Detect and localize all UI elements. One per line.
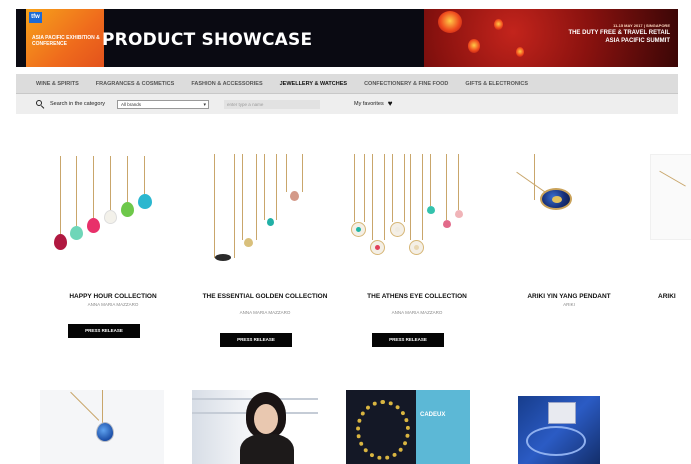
product-card[interactable]: ARIKI	[646, 150, 691, 350]
product-image[interactable]	[190, 150, 320, 270]
event-title-line-2: ASIA PACIFIC SUMMIT	[605, 38, 670, 44]
product-name[interactable]: THE ESSENTIAL GOLDEN COLLECTION	[190, 293, 340, 300]
search-label: Search in the category	[50, 101, 106, 107]
product-card[interactable]: ARIKI YIN YANG PENDANT ARIKI	[494, 150, 624, 350]
product-image[interactable]	[38, 150, 168, 270]
search-icon[interactable]	[36, 99, 45, 109]
product-name[interactable]: ARIKI	[658, 293, 676, 300]
category-fragrances-cosmetics[interactable]: FRAGRANCES & COSMETICS	[96, 81, 175, 87]
product-brand: ANNA MARIA MAZZARO	[391, 310, 443, 315]
product-thumbnail[interactable]	[518, 396, 600, 464]
lantern-decoration	[494, 19, 503, 30]
category-jewellery-watches[interactable]: JEWELLERY & WATCHES	[280, 81, 347, 87]
product-name[interactable]: HAPPY HOUR COLLECTION	[38, 293, 188, 300]
logo-badge: tfw	[29, 12, 42, 23]
product-name[interactable]: ARIKI YIN YANG PENDANT	[494, 293, 644, 300]
product-thumbnail[interactable]: CADEUX	[346, 390, 470, 464]
page-title: PRODUCT SHOWCASE	[102, 30, 313, 50]
thumbnail-brand-label: CADEUX	[420, 412, 446, 418]
product-brand: ANNA MARIA MAZZARO	[87, 302, 139, 307]
logo-text: Asia Pacific Exhibition & Conference	[32, 35, 100, 47]
press-release-button[interactable]: PRESS RELEASE	[68, 324, 140, 338]
product-card[interactable]: THE ESSENTIAL GOLDEN COLLECTION ANNA MAR…	[190, 150, 327, 350]
favorites-link[interactable]: My favorites	[354, 101, 384, 107]
event-logo[interactable]: tfw Asia Pacific Exhibition & Conference	[26, 9, 104, 67]
category-fashion-accessories[interactable]: FASHION & ACCESSORIES	[191, 81, 262, 87]
lantern-decoration	[468, 39, 480, 53]
chevron-down-icon: ▾	[203, 101, 207, 108]
press-release-button[interactable]: PRESS RELEASE	[372, 333, 444, 347]
category-nav: WINE & SPIRITS FRAGRANCES & COSMETICS FA…	[16, 74, 678, 94]
product-image[interactable]	[342, 150, 472, 270]
event-text: 11-15 MAY 2017 | SINGAPORE THE DUTY FREE…	[520, 23, 670, 45]
lantern-decoration	[516, 47, 524, 57]
product-name[interactable]: THE ATHENS EYE COLLECTION	[342, 293, 492, 300]
product-card[interactable]: HAPPY HOUR COLLECTION ANNA MARIA MAZZARO…	[38, 150, 168, 350]
heart-icon[interactable]: ♥	[388, 100, 393, 108]
search-bar: Search in the category All brands ▾ My f…	[16, 94, 678, 114]
product-image[interactable]	[650, 154, 691, 240]
product-image[interactable]	[494, 150, 624, 270]
brand-select[interactable]: All brands ▾	[117, 99, 210, 109]
event-banner[interactable]: 11-15 MAY 2017 | SINGAPORE THE DUTY FREE…	[424, 9, 678, 67]
product-brand: ANNA MARIA MAZZARO	[239, 310, 291, 315]
name-search-input[interactable]	[224, 99, 321, 109]
product-thumbnail[interactable]	[192, 390, 318, 464]
brand-select-value: All brands	[121, 101, 142, 107]
product-card[interactable]: THE ATHENS EYE COLLECTION ANNA MARIA MAZ…	[342, 150, 472, 350]
category-confectionery-fine-food[interactable]: CONFECTIONERY & FINE FOOD	[364, 81, 448, 87]
site-header: tfw Asia Pacific Exhibition & Conference…	[16, 9, 678, 67]
lantern-decoration	[438, 11, 462, 33]
product-thumbnail[interactable]	[40, 390, 164, 464]
category-gifts-electronics[interactable]: GIFTS & ELECTRONICS	[465, 81, 528, 87]
event-title-line-1: THE DUTY FREE & TRAVEL RETAIL	[568, 30, 670, 36]
product-brand: ARIKI	[563, 302, 575, 307]
category-wine-spirits[interactable]: WINE & SPIRITS	[36, 81, 79, 87]
press-release-button[interactable]: PRESS RELEASE	[220, 333, 292, 347]
